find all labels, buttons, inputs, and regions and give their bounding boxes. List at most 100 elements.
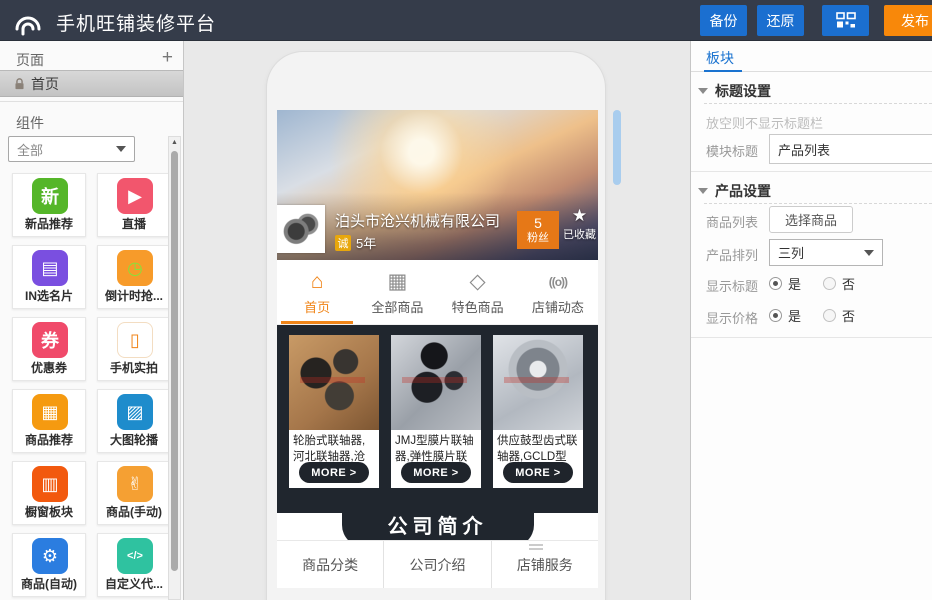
layout-select[interactable]: 三列: [769, 239, 883, 266]
component-item-7[interactable]: ▨大图轮播: [97, 389, 171, 453]
radio-no-label: 否: [842, 306, 855, 325]
product-caption: 供应鼓型齿式联轴器,GCLD型: [493, 430, 583, 466]
component-label: 商品(手动): [98, 503, 170, 520]
component-icon: </>: [117, 538, 153, 574]
qr-code-icon: [836, 12, 856, 29]
chevron-down-icon: [698, 188, 708, 194]
cert-badge-icon: 诚: [335, 235, 351, 251]
bottom-nav-item-1[interactable]: 公司介绍: [383, 541, 490, 588]
choose-product-button[interactable]: 选择商品: [769, 206, 853, 233]
favorite-button[interactable]: ★ 已收藏: [561, 206, 598, 242]
component-label: 橱窗板块: [13, 503, 85, 520]
product-card-2[interactable]: 供应鼓型齿式联轴器,GCLD型MORE >: [493, 335, 583, 488]
shop-meta: 诚 5年: [335, 233, 376, 252]
shop-tab-1[interactable]: ▦ 全部商品: [357, 260, 437, 324]
fans-count: 5: [534, 215, 542, 232]
section-title-settings[interactable]: 标题设置: [698, 81, 771, 101]
component-item-9[interactable]: ✌商品(手动): [97, 461, 171, 525]
component-item-8[interactable]: ▥橱窗板块: [12, 461, 86, 525]
component-item-6[interactable]: ▦商品推荐: [12, 389, 86, 453]
component-item-11[interactable]: </>自定义代...: [97, 533, 171, 597]
component-icon: ▤: [32, 250, 68, 286]
section-product-settings[interactable]: 产品设置: [698, 181, 771, 201]
app-title: 手机旺铺装修平台: [56, 9, 216, 36]
component-icon: 券: [32, 322, 68, 358]
product-caption: 轮胎式联轴器,河北联轴器,沧: [289, 430, 379, 466]
show-price-radio-group: 是 否: [769, 306, 855, 325]
component-icon: ▦: [32, 394, 68, 430]
dashed-divider: [704, 203, 932, 204]
scrollbar-thumb[interactable]: [171, 151, 178, 571]
shop-years: 5年: [356, 233, 376, 252]
bottom-nav-item-0[interactable]: 商品分类: [277, 541, 383, 588]
divider: [691, 337, 932, 338]
radio-yes-selected[interactable]: [769, 309, 782, 322]
product-card-1[interactable]: JMJ型膜片联轴器,弹性膜片联MORE >: [391, 335, 481, 488]
product-caption: JMJ型膜片联轴器,弹性膜片联: [391, 430, 481, 466]
component-item-10[interactable]: ⚙商品(自动): [12, 533, 86, 597]
shop-tab-3[interactable]: ((o))店铺动态: [518, 260, 598, 324]
product-section: 轮胎式联轴器,河北联轴器,沧MORE >JMJ型膜片联轴器,弹性膜片联MORE …: [277, 325, 598, 513]
add-page-button[interactable]: +: [162, 46, 173, 70]
tab-underline: [704, 70, 742, 72]
publish-button[interactable]: 发布: [884, 5, 932, 36]
component-icon: ▥: [32, 466, 68, 502]
more-button[interactable]: MORE >: [401, 462, 471, 483]
component-item-1[interactable]: ▶直播: [97, 173, 171, 237]
shop-tab-2[interactable]: ◇特色商品: [438, 260, 518, 324]
module-title-input[interactable]: [769, 134, 932, 164]
component-filter-select[interactable]: 全部: [8, 136, 135, 162]
component-icon: ◷: [117, 250, 153, 286]
chevron-down-icon: [698, 88, 708, 94]
backup-button[interactable]: 备份: [700, 5, 747, 36]
component-label: 直播: [98, 215, 170, 232]
product-row: 轮胎式联轴器,河北联轴器,沧MORE >JMJ型膜片联轴器,弹性膜片联MORE …: [289, 335, 583, 488]
product-card-0[interactable]: 轮胎式联轴器,河北联轴器,沧MORE >: [289, 335, 379, 488]
qr-code-button[interactable]: [822, 5, 869, 36]
component-item-0[interactable]: 新新品推荐: [12, 173, 86, 237]
component-label: 商品(自动): [13, 575, 85, 592]
more-button[interactable]: MORE >: [299, 462, 369, 483]
component-label: IN选名片: [13, 287, 85, 304]
divider: [691, 171, 932, 172]
component-item-3[interactable]: ◷倒计时抢...: [97, 245, 171, 309]
shop-tab-icon: ⌂: [277, 269, 357, 295]
sidebar-item-home[interactable]: 首页: [0, 70, 183, 97]
fans-label: 粉丝: [527, 232, 549, 245]
restore-button[interactable]: 还原: [757, 5, 804, 36]
module-title-label: 模块标题: [706, 141, 758, 160]
bottom-nav-item-2[interactable]: 店铺服务: [491, 541, 598, 588]
shop-name: 泊头市沧兴机械有限公司: [335, 210, 500, 231]
shop-tab-label: 全部商品: [357, 297, 437, 316]
shop-tab-0[interactable]: ⌂首页: [277, 260, 357, 324]
radio-yes-selected[interactable]: [769, 277, 782, 290]
radio-no[interactable]: [823, 277, 836, 290]
component-icon: ✌: [117, 466, 153, 502]
fans-badge[interactable]: 5 粉丝: [517, 211, 559, 249]
component-item-5[interactable]: ▯手机实拍: [97, 317, 171, 381]
component-item-2[interactable]: ▤IN选名片: [12, 245, 86, 309]
product-layout-label: 产品排列: [706, 245, 758, 264]
sidebar-scrollbar[interactable]: ▲: [168, 136, 181, 600]
radio-no[interactable]: [823, 309, 836, 322]
scroll-up-icon[interactable]: ▲: [170, 139, 179, 146]
more-button[interactable]: MORE >: [503, 462, 573, 483]
component-icon: ▶: [117, 178, 153, 214]
pages-header: 页面 +: [0, 45, 183, 71]
component-grid: 新新品推荐▶直播▤IN选名片◷倒计时抢...券优惠券▯手机实拍▦商品推荐▨大图轮…: [12, 173, 171, 597]
component-icon: ▯: [117, 322, 153, 358]
shop-tabbar: ⌂首页▦ 全部商品◇特色商品((o))店铺动态: [277, 260, 598, 325]
drag-handle-icon[interactable]: [529, 544, 543, 546]
sidebar: 页面 + 首页 组件 全部 新新品推荐▶直播▤IN选名片◷倒计时抢...券优惠券…: [0, 41, 184, 600]
shop-tab-icon: ▦: [357, 269, 437, 295]
home-page-label: 首页: [31, 74, 59, 94]
section-title: 产品设置: [715, 181, 771, 201]
component-icon: ▨: [117, 394, 153, 430]
component-item-4[interactable]: 券优惠券: [12, 317, 86, 381]
preview-scrollbar[interactable]: [613, 110, 621, 185]
lock-icon: [14, 77, 25, 91]
component-label: 自定义代...: [98, 575, 170, 592]
tab-module[interactable]: 板块: [706, 48, 734, 68]
component-icon: 新: [32, 178, 68, 214]
radio-no-label: 否: [842, 274, 855, 293]
